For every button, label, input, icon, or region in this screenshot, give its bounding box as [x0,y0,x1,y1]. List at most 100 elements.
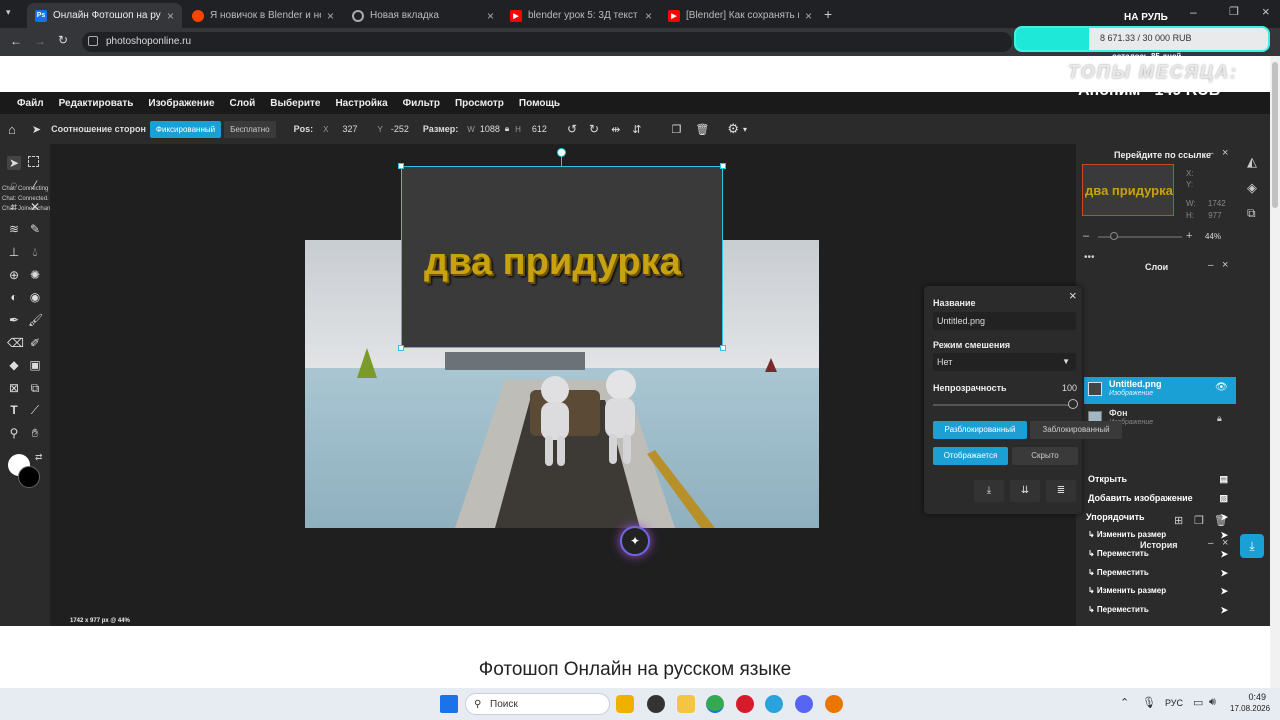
navigator-thumbnail[interactable]: два придурка [1082,164,1174,216]
layers-menu-icon[interactable]: ••• [1084,252,1095,263]
tray-chevron-icon[interactable]: ⌃ [1120,696,1129,709]
background-color[interactable] [18,466,40,488]
history-item[interactable]: Открыть ▤ [1084,470,1234,488]
free-ratio-button[interactable]: Бесплатно [224,120,276,138]
redo-icon[interactable]: ↻ [589,122,599,136]
history-item[interactable]: ↳ Изменить размер ➤ [1084,526,1234,544]
selected-layer[interactable]: два придурка [401,166,723,348]
w-input[interactable]: 1088 [480,124,500,134]
locked-button[interactable]: Заблокированный [1030,421,1122,439]
x-input[interactable]: 327 [342,124,357,134]
tab-reddit[interactable]: Я новичок в Blender и не знаю × [184,3,342,28]
language-indicator[interactable]: РУС [1165,698,1183,708]
home-icon[interactable]: ⌂ [8,122,16,137]
export-button[interactable]: ⤓ [1240,534,1264,558]
zoom-out-icon[interactable]: – [1083,230,1089,242]
menu-adjust[interactable]: Настройка [335,98,387,109]
menu-file[interactable]: Файл [17,98,44,109]
delete-icon[interactable]: 🗑︎ [695,123,709,136]
close-panel-icon[interactable]: × [1222,147,1228,159]
menu-filter[interactable]: Фильтр [403,98,440,109]
site-info-icon[interactable] [88,36,98,46]
close-icon[interactable]: × [167,9,174,23]
stamp-icon[interactable]: ⊥ [7,245,21,259]
tab-list-button[interactable]: ▾ [6,7,20,21]
liquify-icon[interactable]: ≋ [7,222,21,236]
flip-vertical-icon[interactable]: ⇵ [632,123,641,136]
zoom-icon[interactable]: ⚲ [7,426,21,440]
resize-handle[interactable] [398,345,404,351]
microphone-icon[interactable]: 🎙︎ [1142,696,1156,709]
clone-brush-icon[interactable]: ✐ [28,336,42,350]
sponge-icon[interactable]: ◉ [28,290,42,304]
menu-view[interactable]: Просмотр [455,98,504,109]
eye-icon[interactable]: 👁︎ [1215,382,1228,393]
clock[interactable]: 0:49 17.08.2026 [1230,692,1270,714]
history-item[interactable]: ↳ Переместить ➤ [1084,601,1234,619]
eyedropper-icon[interactable]: ⟋ [28,403,42,417]
history-item[interactable]: Добавить изображение ▨ [1084,489,1234,507]
layers-icon[interactable]: ◈ [1247,180,1257,196]
close-icon[interactable]: × [487,9,494,23]
close-icon[interactable]: × [805,9,812,23]
history-item[interactable]: ↳ Переместить ➤ [1084,545,1234,563]
unlocked-button[interactable]: Разблокированный [933,421,1027,439]
chrome-icon[interactable] [706,695,724,713]
shape-icon[interactable]: ⧉ [28,381,42,395]
tab-youtube-2[interactable]: ▶ [Blender] Как сохранять картин × [660,3,820,28]
merge-down-icon[interactable]: ⤓ [974,480,1004,502]
rotate-handle[interactable] [557,148,566,157]
marquee-tool-icon[interactable] [28,156,39,167]
minimize-panel-icon[interactable]: – [1208,260,1214,271]
obs-icon[interactable] [647,695,665,713]
hand-icon[interactable]: ✋︎ [28,426,42,440]
menu-edit[interactable]: Редактировать [59,98,134,109]
telegram-icon[interactable] [765,695,783,713]
globe-icon[interactable]: ⊕ [7,268,21,282]
new-tab-button[interactable]: + [824,6,832,22]
ai-assistant-button[interactable]: ✦ [620,526,650,556]
zoom-slider-knob[interactable] [1110,232,1118,240]
opera-icon[interactable] [736,695,754,713]
close-icon[interactable]: × [1069,288,1077,303]
channels-icon[interactable]: ⧉ [1247,206,1256,221]
hidden-button[interactable]: Скрыто [1012,447,1078,465]
tab-youtube-1[interactable]: ▶ blender урок 5: 3Д текст | Кир × [502,3,660,28]
text-tool-icon[interactable]: T [7,403,21,417]
opacity-slider-knob[interactable] [1068,399,1078,409]
swap-colors-icon[interactable]: ⇄ [35,452,43,463]
healing-icon[interactable]: ✎ [28,222,42,236]
restore-icon[interactable]: ❐ [1229,5,1239,18]
blur-icon[interactable]: 💧︎ [28,245,42,259]
gradient-icon[interactable]: ▣ [28,358,42,372]
blend-mode-select[interactable]: Нет ▼ [933,353,1076,371]
fixed-ratio-button[interactable]: Фиксированный [149,120,222,138]
blender-icon[interactable] [825,695,843,713]
history-item[interactable]: ↳ Переместить ➤ [1084,564,1234,582]
fill-icon[interactable]: ◆ [7,358,21,372]
history-item[interactable]: ↳ Изменить размер ➤ [1084,582,1234,600]
window-close-icon[interactable]: × [1262,4,1270,19]
lock-ratio-icon[interactable]: 🔒︎ [505,124,509,134]
visible-button[interactable]: Отображается [933,447,1008,465]
close-icon[interactable]: × [327,9,334,23]
close-icon[interactable]: × [645,9,652,23]
zoom-in-icon[interactable]: + [1186,230,1192,242]
opacity-slider[interactable] [933,404,1073,406]
close-panel-icon[interactable]: × [1222,259,1228,271]
eraser-icon[interactable]: ⌫ [7,336,24,350]
dodge-icon[interactable]: ◐ [7,290,21,304]
h-input[interactable]: 612 [532,124,547,134]
forward-icon[interactable]: → [34,34,46,48]
undo-icon[interactable]: ↺ [567,122,577,136]
frame-icon[interactable]: ⊠ [7,381,21,395]
back-icon[interactable]: ← [10,34,22,48]
tab-photoshop[interactable]: Ps Онлайн Фотошоп на русском × [27,3,182,28]
resize-handle[interactable] [720,345,726,351]
volume-icon[interactable]: 🔊︎ [1209,696,1216,709]
minimize-icon[interactable]: – [1190,5,1197,19]
history-item[interactable]: Упорядочить ➤ [1084,508,1234,526]
minimize-panel-icon[interactable]: – [1208,148,1214,159]
flatten-icon[interactable]: ≣ [1046,480,1076,502]
network-icon[interactable]: ▭ [1193,696,1203,709]
